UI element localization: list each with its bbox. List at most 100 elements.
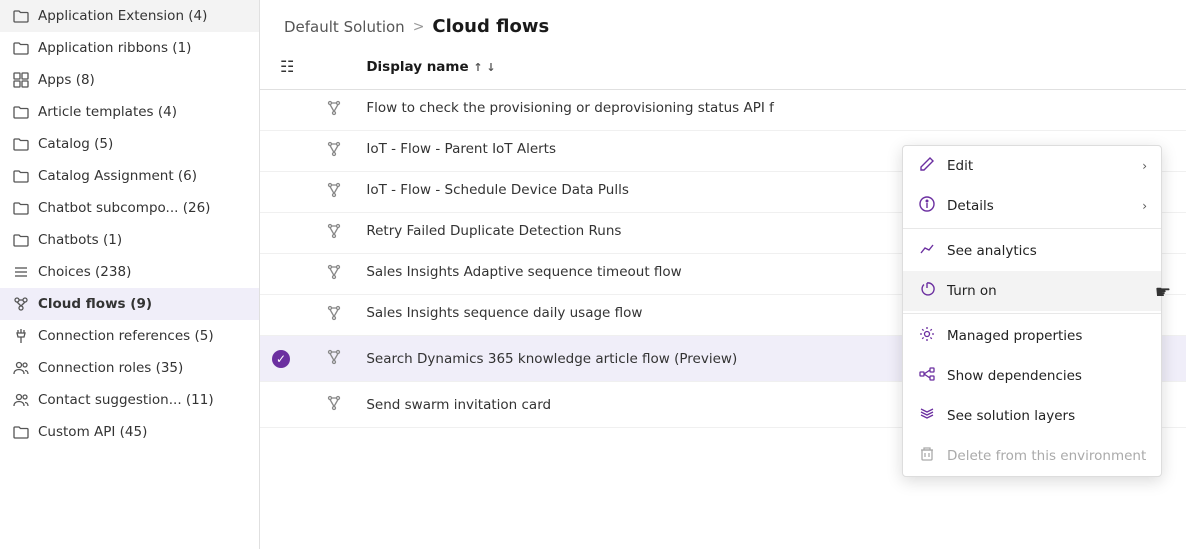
ctx-chevron-icon: ›: [1142, 199, 1147, 213]
dependencies-icon: [917, 366, 937, 386]
sidebar-item-label: Application ribbons (1): [38, 40, 191, 56]
breadcrumb-current: Cloud flows: [432, 16, 549, 37]
row-check-col: [260, 213, 314, 254]
folder-icon: [12, 104, 30, 120]
sidebar-item-label: Application Extension (4): [38, 8, 207, 24]
ctx-item-label: Turn on: [947, 283, 997, 299]
ctx-item-delete: Delete from this environment: [903, 436, 1161, 476]
col-displayname[interactable]: Display name ↑ ↓: [354, 45, 1186, 90]
folder-icon: [12, 424, 30, 440]
sidebar-item-application-extension[interactable]: Application Extension (4): [0, 0, 259, 32]
row-check-col: [260, 131, 314, 172]
sidebar-item-label: Catalog (5): [38, 136, 113, 152]
list-icon: [12, 264, 30, 280]
row-name-text: Sales Insights Adaptive sequence timeout…: [366, 264, 681, 280]
sidebar-item-catalog-assignment[interactable]: Catalog Assignment (6): [0, 160, 259, 192]
row-flow-icon-col: [314, 90, 354, 131]
row-check-col: [260, 254, 314, 295]
table-wrap: ☷ Display name ↑ ↓ Flow to check the pro…: [260, 45, 1186, 549]
ctx-item-label: See solution layers: [947, 408, 1075, 424]
sidebar-item-label: Connection references (5): [38, 328, 214, 344]
flow-icon: [326, 104, 342, 120]
main-content: Default Solution > Cloud flows ☷ Display…: [260, 0, 1186, 549]
row-name-text: IoT - Flow - Schedule Device Data Pulls: [366, 182, 629, 198]
sidebar-item-label: Article templates (4): [38, 104, 177, 120]
flow-icon: [326, 399, 342, 415]
sort-desc-icon[interactable]: ↓: [486, 61, 495, 74]
sidebar-item-connection-references[interactable]: Connection references (5): [0, 320, 259, 352]
group-by-button[interactable]: ☷: [272, 53, 302, 81]
sidebar-item-chatbot-subcompo[interactable]: Chatbot subcompo... (26): [0, 192, 259, 224]
ctx-item-see-analytics[interactable]: See analytics: [903, 231, 1161, 271]
breadcrumb-separator: >: [413, 19, 425, 35]
trash-icon: [917, 446, 937, 466]
sidebar-item-application-ribbons[interactable]: Application ribbons (1): [0, 32, 259, 64]
ctx-item-see-solution-layers[interactable]: See solution layers: [903, 396, 1161, 436]
ctx-item-turn-on[interactable]: Turn on ☛: [903, 271, 1161, 311]
sort-asc-icon[interactable]: ↑: [473, 61, 486, 74]
ctx-item-label: Edit: [947, 158, 973, 174]
sidebar-item-choices[interactable]: Choices (238): [0, 256, 259, 288]
sidebar-item-apps[interactable]: Apps (8): [0, 64, 259, 96]
flow-icon: [326, 309, 342, 325]
row-check-col: [260, 90, 314, 131]
ctx-item-label: Details: [947, 198, 994, 214]
ctx-chevron-icon: ›: [1142, 159, 1147, 173]
flow-icon: [326, 186, 342, 202]
row-flow-name[interactable]: Flow to check the provisioning or deprov…: [354, 90, 1186, 126]
row-selected-check: ✓: [272, 350, 290, 368]
context-menu: Edit › Details › See analytics Turn on ☛…: [902, 145, 1162, 477]
row-name-text: Send swarm invitation card: [366, 397, 551, 413]
folder-icon: [12, 168, 30, 184]
ctx-item-details[interactable]: Details ›: [903, 186, 1161, 226]
sidebar-item-chatbots[interactable]: Chatbots (1): [0, 224, 259, 256]
row-check-col: ✓: [260, 336, 314, 382]
row-flow-icon-col: [314, 172, 354, 213]
sidebar-item-label: Chatbots (1): [38, 232, 122, 248]
flow-icon: [12, 296, 30, 312]
people-icon: [12, 392, 30, 408]
table-row[interactable]: Flow to check the provisioning or deprov…: [260, 90, 1186, 131]
sidebar-item-catalog[interactable]: Catalog (5): [0, 128, 259, 160]
row-name-text: Flow to check the provisioning or deprov…: [366, 100, 774, 116]
breadcrumb-parent[interactable]: Default Solution: [284, 18, 405, 36]
col-header-label: Display name: [366, 59, 468, 75]
ctx-item-edit[interactable]: Edit ›: [903, 146, 1161, 186]
row-flow-icon-col: [314, 382, 354, 428]
col-check: ☷: [260, 45, 314, 90]
row-name-text: Search Dynamics 365 knowledge article fl…: [366, 351, 737, 367]
row-flow-icon-col: [314, 254, 354, 295]
sidebar-item-custom-api[interactable]: Custom API (45): [0, 416, 259, 448]
row-check-col: [260, 382, 314, 428]
sidebar-item-label: Chatbot subcompo... (26): [38, 200, 210, 216]
sidebar-item-label: Cloud flows (9): [38, 296, 152, 312]
sidebar-item-label: Contact suggestion... (11): [38, 392, 214, 408]
people-icon: [12, 360, 30, 376]
flow-icon: [326, 268, 342, 284]
ctx-item-label: Delete from this environment: [947, 448, 1146, 464]
sidebar-item-cloud-flows[interactable]: Cloud flows (9): [0, 288, 259, 320]
folder-icon: [12, 232, 30, 248]
row-name-text: Sales Insights sequence daily usage flow: [366, 305, 642, 321]
folder-icon: [12, 136, 30, 152]
sidebar-item-label: Custom API (45): [38, 424, 147, 440]
col-icon: [314, 45, 354, 90]
sidebar-item-label: Connection roles (35): [38, 360, 183, 376]
layers-icon: [917, 406, 937, 426]
ctx-item-label: Show dependencies: [947, 368, 1082, 384]
folder-icon: [12, 200, 30, 216]
chart-icon: [917, 241, 937, 261]
sidebar-item-article-templates[interactable]: Article templates (4): [0, 96, 259, 128]
folder-icon: [12, 8, 30, 24]
sidebar-item-contact-suggestion[interactable]: Contact suggestion... (11): [0, 384, 259, 416]
row-flow-icon-col: [314, 336, 354, 382]
ctx-item-managed-properties[interactable]: Managed properties: [903, 316, 1161, 356]
flow-icon: [326, 145, 342, 161]
sidebar-item-connection-roles[interactable]: Connection roles (35): [0, 352, 259, 384]
row-flow-icon-col: [314, 131, 354, 172]
row-flow-icon-col: [314, 213, 354, 254]
row-name-text: Retry Failed Duplicate Detection Runs: [366, 223, 621, 239]
sidebar-item-label: Choices (238): [38, 264, 131, 280]
ctx-item-show-dependencies[interactable]: Show dependencies: [903, 356, 1161, 396]
row-check-col: [260, 295, 314, 336]
